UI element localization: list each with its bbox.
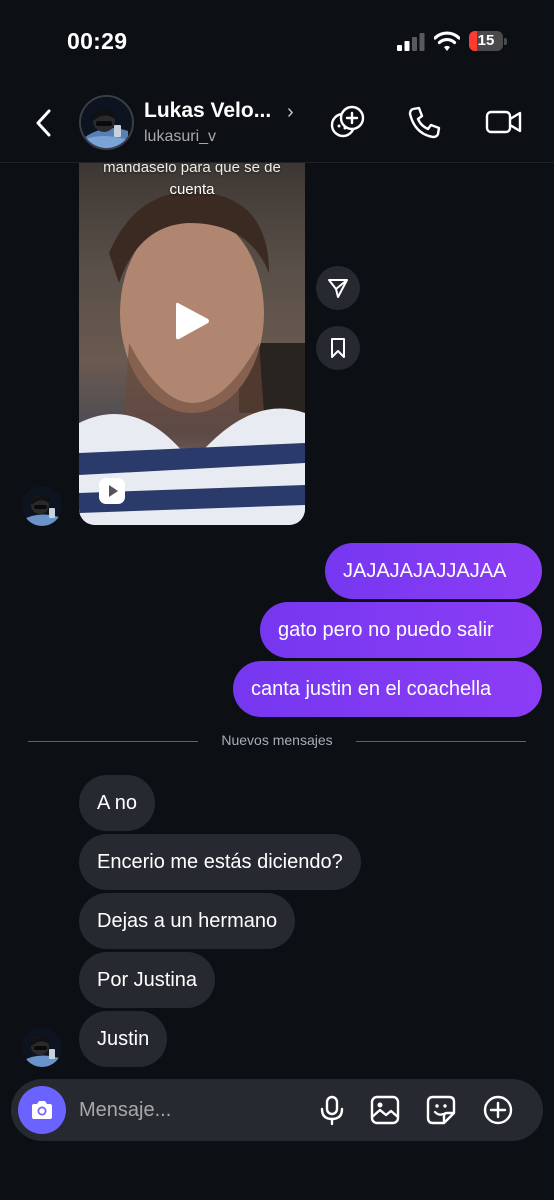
outgoing-message[interactable]: gato pero no puedo salir xyxy=(260,602,542,658)
sticker-icon[interactable] xyxy=(425,1094,457,1126)
cellular-signal-icon xyxy=(397,33,425,51)
message-input[interactable] xyxy=(79,1093,299,1127)
back-arrow-icon[interactable] xyxy=(30,107,58,139)
video-thumbnail xyxy=(79,191,305,525)
chat-header: Lukas Velo... › lukasuri_v xyxy=(0,80,554,163)
video-caption-line-2: cuenta xyxy=(169,181,215,198)
add-icon[interactable] xyxy=(482,1094,514,1126)
contact-avatar[interactable] xyxy=(79,95,134,150)
save-button[interactable] xyxy=(316,326,360,370)
bookmark-icon xyxy=(331,338,345,358)
chevron-right-icon[interactable]: › xyxy=(287,101,294,124)
incoming-message[interactable]: Encerio me estás diciendo? xyxy=(79,834,361,890)
divider-line-right xyxy=(356,741,526,742)
incoming-message[interactable]: Por Justina xyxy=(79,952,216,1008)
incoming-message[interactable]: Dejas a un hermano xyxy=(79,893,296,949)
battery-level: 15 xyxy=(477,32,495,49)
camera-button[interactable] xyxy=(18,1086,66,1134)
avatar-image xyxy=(81,97,132,148)
video-call-icon[interactable] xyxy=(485,104,523,140)
outgoing-message[interactable]: JAJAJAJAJJAJAA xyxy=(325,543,542,599)
avatar-image xyxy=(22,1027,62,1067)
phone-call-icon[interactable] xyxy=(407,104,443,140)
reel-icon xyxy=(99,478,125,504)
play-icon[interactable] xyxy=(172,299,212,343)
send-icon xyxy=(328,279,348,298)
share-button[interactable] xyxy=(316,266,360,310)
video-caption-line-1: mandaselo para que se de xyxy=(103,163,281,176)
outgoing-message[interactable]: canta justin en el coachella xyxy=(233,661,542,717)
battery-indicator: 15 xyxy=(469,31,507,51)
avatar-image xyxy=(22,486,62,526)
sender-avatar[interactable] xyxy=(22,486,62,526)
incoming-message[interactable]: Justin xyxy=(79,1011,168,1067)
message-composer xyxy=(11,1079,543,1141)
contact-name[interactable]: Lukas Velo... xyxy=(144,99,271,123)
add-effects-icon[interactable] xyxy=(329,104,365,140)
camera-icon xyxy=(32,1101,52,1119)
incoming-message[interactable]: A no xyxy=(79,775,156,831)
microphone-icon[interactable] xyxy=(316,1094,348,1126)
status-bar: 00:29 15 xyxy=(0,0,554,80)
clock: 00:29 xyxy=(67,28,128,54)
gallery-icon[interactable] xyxy=(369,1094,401,1126)
video-caption: mandaselo para que se de cuenta xyxy=(79,163,305,201)
contact-username[interactable]: lukasuri_v xyxy=(144,128,216,146)
shared-reel-video[interactable]: mandaselo para que se de cuenta xyxy=(79,163,305,525)
new-messages-divider: Nuevos mensajes xyxy=(221,732,333,748)
wifi-icon xyxy=(434,31,460,51)
sender-avatar[interactable] xyxy=(22,1027,62,1067)
